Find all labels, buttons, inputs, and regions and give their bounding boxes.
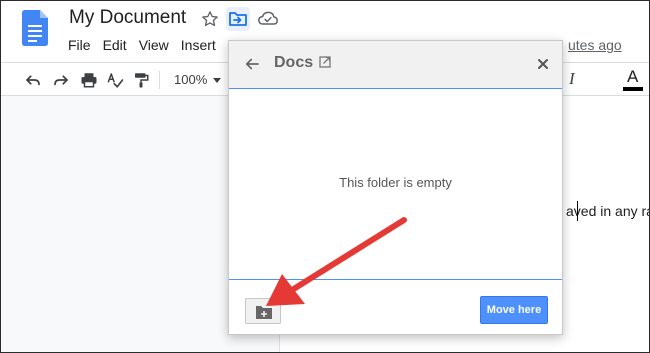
open-in-new-icon[interactable] (319, 56, 331, 68)
folder-move-icon (229, 12, 247, 26)
text-color-button[interactable]: A (622, 67, 644, 93)
menu-insert[interactable]: Insert (181, 37, 216, 53)
menu-file[interactable]: File (68, 37, 91, 53)
empty-folder-message: This folder is empty (339, 175, 452, 190)
folder-contents: This folder is empty (229, 89, 562, 279)
cloud-saved-icon[interactable] (258, 10, 278, 28)
star-icon[interactable] (201, 10, 219, 28)
redo-icon[interactable] (52, 71, 70, 89)
zoom-select[interactable]: 100% (174, 72, 207, 87)
menu-bar: File Edit View Insert (68, 37, 228, 53)
toolbar-divider (159, 71, 160, 89)
menu-edit[interactable]: Edit (103, 37, 127, 53)
document-body-text[interactable]: aved in any ra (566, 203, 650, 219)
close-icon[interactable] (535, 56, 551, 72)
print-icon[interactable] (80, 71, 98, 89)
new-folder-icon (256, 306, 272, 319)
spellcheck-icon[interactable] (106, 71, 124, 89)
dialog-header: Docs (229, 41, 562, 89)
text-color-swatch (623, 87, 643, 91)
document-title[interactable]: My Document (69, 7, 186, 29)
back-arrow-icon[interactable] (243, 55, 261, 73)
move-to-folder-dialog: Docs This folder is empty Move here (228, 40, 563, 335)
current-folder-name: Docs (274, 54, 314, 71)
menu-view[interactable]: View (139, 37, 169, 53)
italic-button[interactable]: I (569, 69, 575, 89)
move-here-button[interactable]: Move here (480, 296, 548, 324)
google-docs-logo-icon[interactable] (22, 10, 48, 46)
text-color-letter: A (627, 67, 639, 86)
move-to-folder-button[interactable] (226, 7, 250, 31)
undo-icon[interactable] (24, 71, 42, 89)
text-cursor (577, 201, 578, 221)
new-folder-button[interactable] (245, 298, 281, 324)
last-edit-link[interactable]: utes ago (568, 37, 622, 53)
dialog-footer: Move here (229, 279, 562, 334)
chevron-down-icon[interactable] (213, 78, 221, 83)
paint-format-icon[interactable] (132, 71, 150, 89)
